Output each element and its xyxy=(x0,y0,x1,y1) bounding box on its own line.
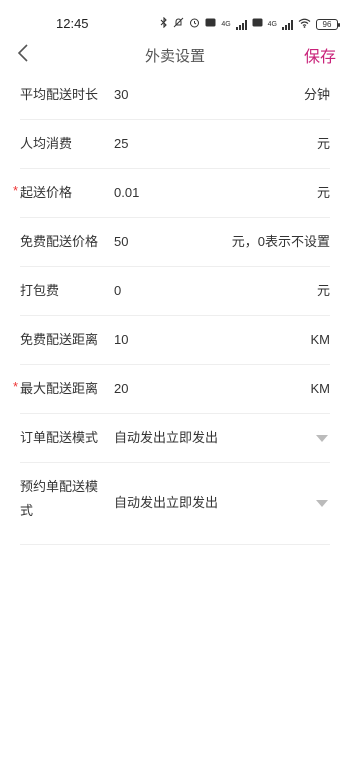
field-unit: 分钟 xyxy=(303,87,330,102)
field-label: 预约单配送模式 xyxy=(20,479,99,518)
hd-icon xyxy=(205,18,216,31)
settings-form: 平均配送时长 30 分钟 人均消费 25 元 * 起送价格 0.01 元 免费配… xyxy=(0,71,350,545)
status-bar: 12:45 4G 4G 96 xyxy=(0,0,350,34)
status-time: 12:45 xyxy=(56,16,89,31)
field-unit: 元 xyxy=(316,185,330,200)
field-label: 免费配送距离 xyxy=(20,332,99,347)
signal-icon xyxy=(235,19,247,30)
network-label-2: 4G xyxy=(267,20,277,28)
min-order-price-input[interactable]: 0.01 xyxy=(114,181,139,205)
required-mark: * xyxy=(13,183,19,198)
field-unit: 元 xyxy=(316,136,330,151)
wifi-icon xyxy=(298,18,311,32)
field-unit: KM xyxy=(310,332,331,347)
alarm-icon xyxy=(189,17,200,32)
field-unit: 元，0表示不设置 xyxy=(231,234,330,249)
per-capita-spend-input[interactable]: 25 xyxy=(114,132,128,156)
form-row-free-delivery-distance: 免费配送距离 10 KM xyxy=(20,316,330,365)
dropdown-arrow-icon[interactable] xyxy=(316,500,328,507)
max-delivery-distance-input[interactable]: 20 xyxy=(114,377,128,401)
field-label: 人均消费 xyxy=(20,136,73,151)
save-button[interactable]: 保存 xyxy=(304,43,336,67)
field-label: 平均配送时长 xyxy=(20,87,99,102)
packing-fee-input[interactable]: 0 xyxy=(114,279,121,303)
avg-delivery-time-input[interactable]: 30 xyxy=(114,83,128,107)
form-row-per-capita-spend: 人均消费 25 元 xyxy=(20,120,330,169)
field-unit: 元 xyxy=(316,283,330,298)
form-row-avg-delivery-time: 平均配送时长 30 分钟 xyxy=(20,71,330,120)
field-label: 订单配送模式 xyxy=(20,430,99,445)
page-title: 外卖设置 xyxy=(144,48,205,65)
signal-icon-2 xyxy=(282,19,293,30)
field-label: 最大配送距离 xyxy=(20,381,99,396)
field-label: 起送价格 xyxy=(20,185,73,200)
bluetooth-icon xyxy=(160,16,168,32)
field-label: 免费配送价格 xyxy=(20,234,99,249)
form-row-max-delivery-distance: * 最大配送距离 20 KM xyxy=(13,365,331,414)
form-row-order-delivery-mode[interactable]: 订单配送模式 自动发出立即发出 xyxy=(20,414,330,463)
reservation-delivery-mode-select[interactable]: 自动发出立即发出 xyxy=(114,491,218,515)
field-label: 打包费 xyxy=(20,283,60,298)
hd-icon-2 xyxy=(252,18,263,31)
network-label: 4G xyxy=(221,20,231,28)
status-icons: 4G 4G 96 xyxy=(160,16,340,32)
form-row-min-order-price: * 起送价格 0.01 元 xyxy=(13,169,330,218)
form-row-reservation-delivery-mode[interactable]: 预约单配送模式 自动发出立即发出 xyxy=(20,463,330,545)
field-unit: KM xyxy=(310,381,331,396)
order-delivery-mode-select[interactable]: 自动发出立即发出 xyxy=(114,426,218,450)
battery-icon: 96 xyxy=(316,19,340,30)
mute-icon xyxy=(173,17,184,32)
nav-bar: 外卖设置 保存 xyxy=(0,34,350,72)
dropdown-arrow-icon[interactable] xyxy=(316,435,328,442)
free-delivery-distance-input[interactable]: 10 xyxy=(114,328,128,352)
free-delivery-price-input[interactable]: 50 xyxy=(114,230,128,254)
form-row-packing-fee: 打包费 0 元 xyxy=(20,267,330,316)
required-mark: * xyxy=(13,379,19,394)
form-row-free-delivery-price: 免费配送价格 50 元，0表示不设置 xyxy=(20,218,330,267)
